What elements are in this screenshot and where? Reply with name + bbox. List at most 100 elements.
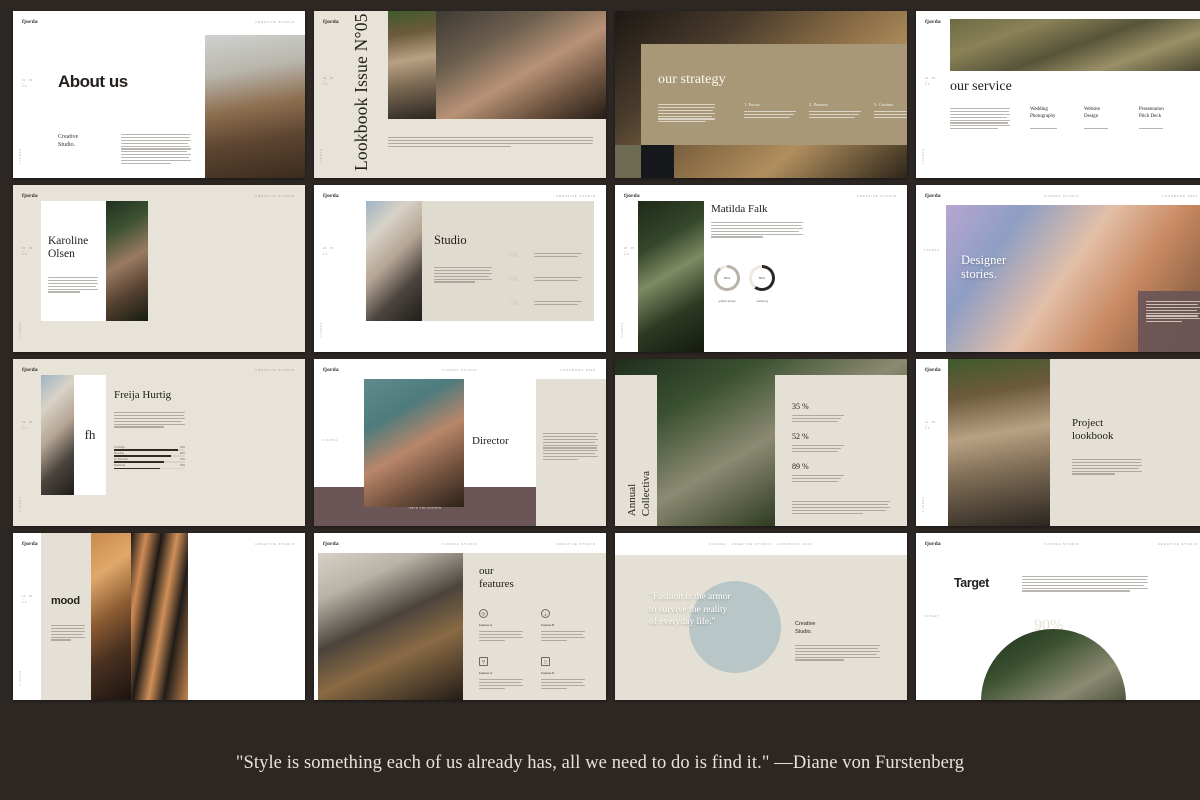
content-panel: our strategy 1. Focus 2. Passion 3. Curi… — [641, 44, 907, 145]
slide-side-brand: FJORDA — [322, 439, 338, 442]
slide-mood[interactable]: fjorda CREATIVE STUDIO 13 . 05 — 2 0 FJO… — [13, 533, 305, 700]
body-copy — [48, 277, 98, 294]
slide-freija-hurtig[interactable]: fjorda CREATIVE STUDIO 09 . 05 — 2 0 FJO… — [13, 359, 305, 526]
content-panel: Project lookbook — [1050, 359, 1200, 526]
slide-our-service[interactable]: fjorda 04 . 05 — 2 0 FJORDA our service … — [916, 11, 1200, 178]
photo-walking-woman — [948, 359, 1050, 526]
slide-matilda-falk[interactable]: fjorda CREATIVE STUDIO 07 . 05 — 2 0 FJO… — [615, 185, 907, 352]
slide-about-us[interactable]: fjorda CREATIVE STUDIO 01 . 05 — 2 0 FJO… — [13, 11, 305, 178]
slide-title: our service — [950, 79, 1012, 94]
features-panel: our features ◎ Feature A ⤓ Feature B ⚲ F… — [463, 553, 606, 700]
download-icon: ⤓ — [541, 609, 550, 618]
slide-title: our features — [479, 565, 514, 590]
slide-fashion-quote[interactable]: FJORDA · CREATIVE STUDIO · LOOKBOOK 2020… — [615, 533, 907, 700]
photo-walking-woman — [388, 11, 436, 119]
slide-lookbook-cover[interactable]: fjorda 02 . 05 — 2 0 FJORDA Lookbook Iss… — [314, 11, 606, 178]
photo-cafe-chairs — [318, 553, 463, 700]
photo-brick-texture — [131, 533, 188, 700]
device-icon: ▯ — [541, 657, 550, 666]
donut-marketing: 60% — [749, 265, 775, 291]
body-copy — [792, 501, 890, 515]
skill-bar: Art Direction 70% — [114, 457, 185, 464]
title-panel: Annual Collectiva — [615, 375, 657, 526]
strategy-item-label: 1. Focus — [744, 102, 760, 107]
brand-logo: fjorda — [323, 193, 339, 199]
body-copy — [388, 137, 593, 149]
pin-icon: ⚲ — [479, 657, 488, 666]
slide-annual-collectiva[interactable]: Annual Collectiva 35 % 52 % 89 % — [615, 359, 907, 526]
feature-item[interactable]: ▯ Feature D — [541, 657, 585, 691]
body-copy — [434, 267, 492, 284]
slide-target[interactable]: fjorda FJORDA STUDIO CREATIVE STUDIO TAR… — [916, 533, 1200, 700]
slide-title: Director — [472, 435, 509, 447]
skill-bars: UI Design 90% Branding 80% Art Direction… — [114, 445, 185, 474]
brand-logo: fjorda — [624, 193, 640, 199]
stat-item: 89 % — [792, 462, 844, 484]
service-item: Presentation Pitch Deck — [1139, 107, 1181, 131]
photo-arch-mask — [981, 629, 1126, 700]
slide-top-right-label: CREATIVE STUDIO — [255, 543, 295, 546]
brand-logo: fjorda — [22, 193, 38, 199]
photo-mood-portrait — [91, 533, 131, 700]
body-copy — [795, 645, 880, 662]
slide-top-center-label: FJORDA · CREATIVE STUDIO · LOOKBOOK 2020 — [709, 543, 813, 546]
slide-our-strategy[interactable]: our strategy 1. Focus 2. Passion 3. Curi… — [615, 11, 907, 178]
skill-label: Marketing — [114, 464, 125, 468]
stat-value: 75k — [508, 299, 519, 307]
body-copy — [1022, 576, 1148, 593]
stat-item: 35 % — [792, 402, 844, 424]
slide-title: Lookbook Issue N°05 — [351, 13, 371, 171]
slide-title: Target — [954, 576, 989, 590]
skill-value: 90% — [179, 445, 185, 449]
photo-cafe-interior — [205, 35, 305, 178]
slide-side-brand: TARGET — [924, 615, 940, 618]
slide-title: About us — [58, 72, 128, 91]
slide-top-right-label: CREATIVE STUDIO — [1158, 543, 1198, 546]
target-icon: ◎ — [479, 609, 488, 618]
feature-name: Feature C — [479, 671, 493, 675]
stat-value: 35 % — [792, 402, 809, 411]
feature-item[interactable]: ◎ Feature A — [479, 609, 523, 643]
slide-our-features[interactable]: fjorda FJORDA STUDIO CREATIVE STUDIO our… — [314, 533, 606, 700]
slide-project-lookbook[interactable]: fjorda 12 . 05 — 2 0 FJORDA Project look… — [916, 359, 1200, 526]
feature-name: Feature B — [541, 623, 555, 627]
footer-caption: "Style is something each of us already h… — [235, 753, 965, 773]
slide-top-right-label: CREATIVE STUDIO — [255, 21, 295, 24]
brand-logo: fjorda — [925, 19, 941, 25]
slide-side-brand: FJORDA — [320, 322, 323, 338]
body-copy — [543, 433, 598, 462]
body-copy — [1072, 459, 1142, 476]
skill-label: Art Direction — [114, 457, 128, 461]
slide-studio[interactable]: fjorda CREATIVE STUDIO 06 . 05 — 2 0 FJO… — [314, 185, 606, 352]
feature-item[interactable]: ⤓ Feature B — [541, 609, 585, 643]
slide-title: Project lookbook — [1072, 417, 1114, 442]
slide-top-right-label: LOOKBOOK 2020 — [1162, 195, 1198, 198]
slide-designer-stories[interactable]: fjorda FJORDA STUDIO LOOKBOOK 2020 FJORD… — [916, 185, 1200, 352]
stat-value: 30k — [508, 251, 519, 259]
slide-side-brand: FJORDA — [922, 496, 925, 512]
slide-karoline-olsen[interactable]: fjorda CREATIVE STUDIO 05 . 05 — 2 0 FJO… — [13, 185, 305, 352]
slide-top-right-label: CREATIVE STUDIO — [857, 195, 897, 198]
strategy-item-label: 3. Curious — [874, 102, 894, 107]
feature-item[interactable]: ⚲ Feature C — [479, 657, 523, 691]
donut-graphic-design: 90% — [714, 265, 740, 291]
monogram-card: fh — [74, 375, 106, 495]
photo-sunlit-wall — [41, 375, 74, 495]
service-name: Website Design — [1084, 107, 1100, 119]
slide-number: 07 . 05 — 2 0 — [624, 247, 635, 257]
slide-side-brand: FJORDA — [924, 249, 940, 252]
brand-logo: fjorda — [22, 367, 38, 373]
slide-number: 04 . 05 — 2 0 — [925, 77, 936, 87]
slide-director[interactable]: fjorda FJORDA STUDIO LOOKBOOK 2020 FJORD… — [314, 359, 606, 526]
slide-title: Designer stories. — [961, 253, 1007, 281]
body-copy — [658, 104, 715, 124]
slide-top-right-label: CREATIVE STUDIO — [255, 195, 295, 198]
strategy-item-label: 2. Passion — [809, 102, 828, 107]
photo-woman-plants — [638, 201, 704, 352]
title-panel: mood — [41, 533, 91, 700]
skill-value: 70% — [179, 457, 185, 461]
slide-side-brand: FJORDA — [922, 148, 925, 164]
service-item: Website Design — [1084, 107, 1118, 131]
quote-text: "Fashion is the armor to survive the rea… — [649, 592, 731, 627]
photo-portrait — [436, 11, 606, 119]
